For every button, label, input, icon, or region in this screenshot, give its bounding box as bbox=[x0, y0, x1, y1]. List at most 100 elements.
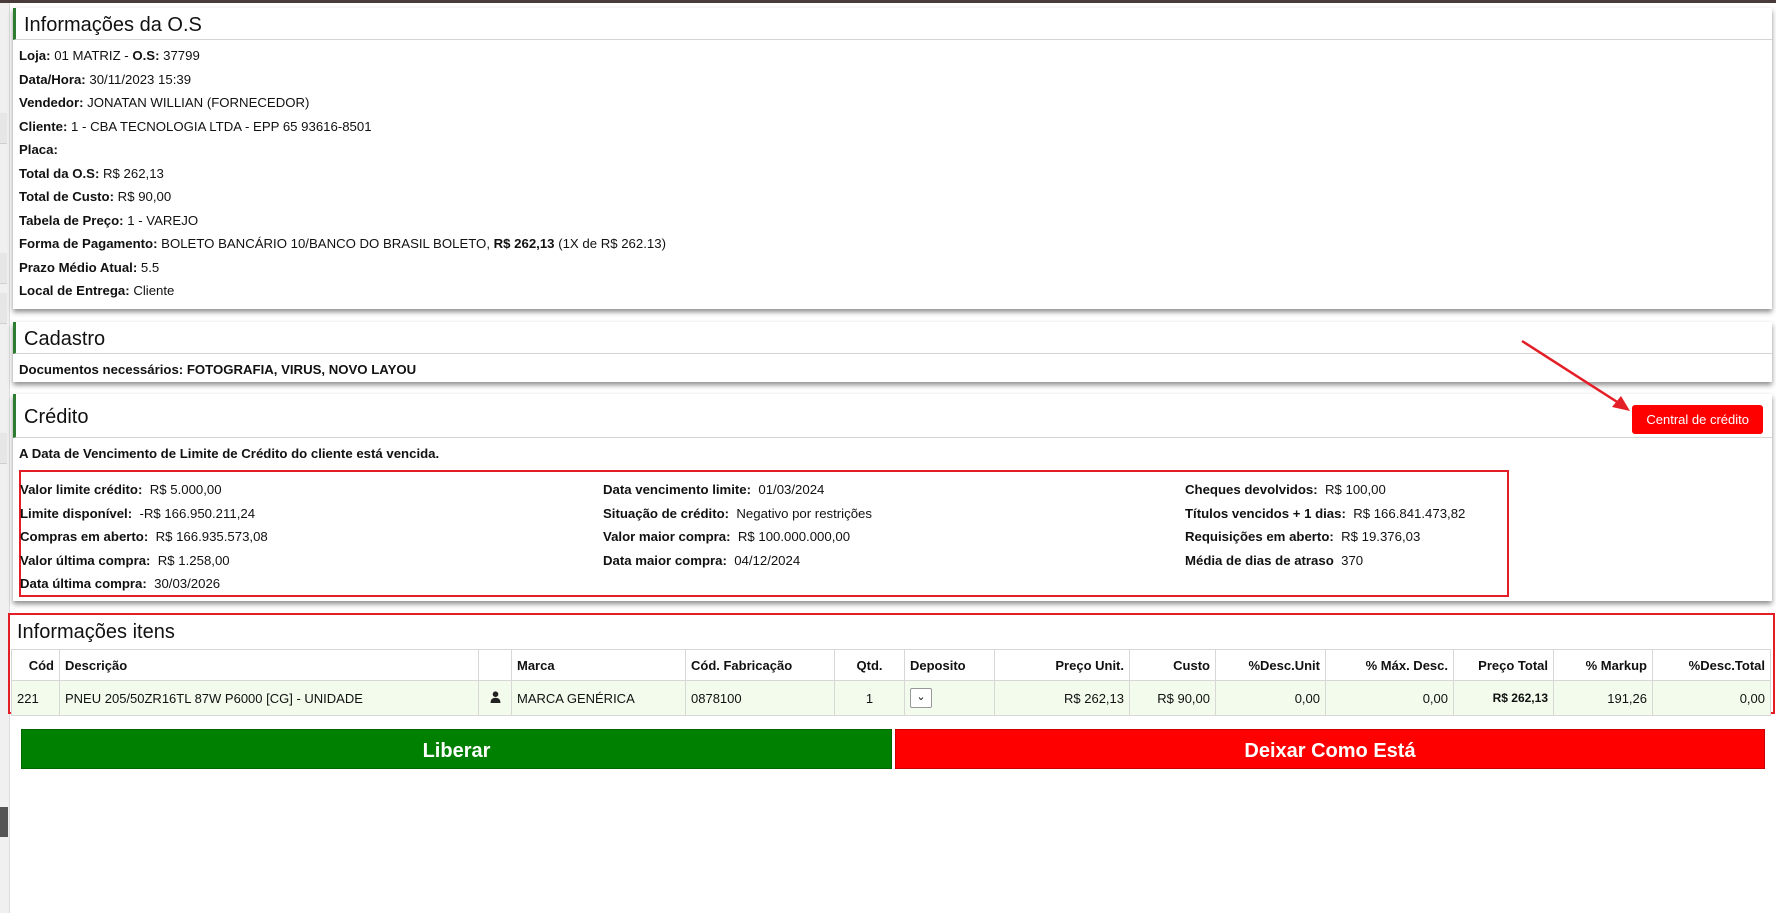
field-value: Negativo por restrições bbox=[736, 505, 872, 521]
credit-field: Cheques devolvidos: R$ 100,00 bbox=[1185, 478, 1465, 502]
deposit-select[interactable]: ⌄ bbox=[910, 688, 932, 708]
table-header-row: Cód Descrição Marca Cód. Fabricação Qtd.… bbox=[11, 649, 1771, 681]
item-quantity: 1 bbox=[834, 680, 905, 716]
field-value: 30/03/2026 bbox=[154, 576, 221, 591]
field-value: 1 - VAREJO bbox=[127, 212, 199, 228]
credit-field: Requisições em aberto: R$ 19.376,03 bbox=[1185, 525, 1465, 549]
field-value: 370 bbox=[1341, 552, 1364, 568]
field-value: R$ 1.258,00 bbox=[157, 552, 230, 568]
items-table: Cód Descrição Marca Cód. Fabricação Qtd.… bbox=[11, 649, 1771, 716]
col-header[interactable]: % Máx. Desc. bbox=[1325, 649, 1454, 681]
credit-field: Data vencimento limite: 01/03/2024 bbox=[603, 478, 872, 502]
col-header[interactable]: Cód bbox=[11, 649, 60, 681]
field-label: Requisições em aberto: bbox=[1185, 529, 1334, 544]
field-value: -R$ 166.950.211,24 bbox=[139, 505, 256, 521]
credito-title: Crédito bbox=[24, 406, 89, 428]
item-unit-price: R$ 262,13 bbox=[994, 680, 1130, 716]
field-label: Títulos vencidos + 1 dias: bbox=[1185, 505, 1346, 521]
col-header[interactable]: Cód. Fabricação bbox=[685, 649, 835, 681]
field-label: Média de dias de atraso bbox=[1185, 552, 1334, 568]
field-value: R$ 5.000,00 bbox=[149, 482, 222, 497]
sidebar-tab[interactable] bbox=[0, 113, 7, 144]
annotation-arrow-icon bbox=[1521, 339, 1630, 411]
col-header[interactable]: %Desc.Total bbox=[1652, 649, 1771, 681]
credit-field: Valor última compra: R$ 1.258,00 bbox=[20, 549, 268, 573]
field-label: Cliente: bbox=[19, 118, 68, 134]
credit-col-3: Cheques devolvidos: R$ 100,00 Títulos ve… bbox=[1185, 478, 1465, 572]
col-header bbox=[478, 649, 512, 681]
item-description: PNEU 205/50ZR16TL 87W P6000 [CG] - UNIDA… bbox=[59, 680, 479, 716]
sidebar-tab[interactable] bbox=[0, 253, 7, 284]
loja-value: 01 MATRIZ - bbox=[54, 48, 129, 63]
sidebar-tab[interactable] bbox=[0, 293, 7, 324]
field-value: 04/12/2024 bbox=[734, 552, 801, 568]
credit-field: Valor limite crédito: R$ 5.000,00 bbox=[20, 478, 268, 502]
field-label: Limite disponível: bbox=[20, 505, 133, 521]
field-label: Data vencimento limite: bbox=[603, 482, 752, 497]
central-de-credito-button[interactable]: Central de crédito bbox=[1632, 405, 1763, 434]
credito-panel: Crédito Central de crédito A Data de Ven… bbox=[13, 394, 1772, 601]
field-label: Data/Hora: bbox=[19, 71, 86, 87]
field-value: R$ 19.376,03 bbox=[1341, 529, 1421, 544]
os-field-row: Placa: bbox=[19, 138, 1766, 162]
credit-field: Limite disponível: -R$ 166.950.211,24 bbox=[20, 502, 268, 526]
item-max-discount: 0,00 bbox=[1325, 680, 1454, 716]
os-info-panel: Informações da O.S Loja: 01 MATRIZ - O.S… bbox=[13, 8, 1772, 309]
field-label: Valor maior compra: bbox=[603, 529, 731, 544]
os-field-row: Local de Entrega: Cliente bbox=[19, 279, 1766, 303]
deixar-como-esta-button[interactable]: Deixar Como Está bbox=[895, 729, 1765, 769]
os-field-row: Total de Custo: R$ 90,00 bbox=[19, 185, 1766, 209]
person-icon[interactable] bbox=[478, 680, 512, 716]
field-value: R$ 262,13 bbox=[103, 165, 164, 181]
credit-field: Data maior compra: 04/12/2024 bbox=[603, 549, 872, 573]
col-header[interactable]: Descrição bbox=[59, 649, 479, 681]
field-label: Compras em aberto: bbox=[20, 529, 149, 544]
credit-col-2: Data vencimento limite: 01/03/2024 Situa… bbox=[603, 478, 872, 572]
chevron-down-icon: ⌄ bbox=[916, 691, 926, 703]
table-row[interactable]: 221 PNEU 205/50ZR16TL 87W P6000 [CG] - U… bbox=[11, 680, 1771, 716]
col-header[interactable]: Custo bbox=[1129, 649, 1216, 681]
field-value: R$ 166.935.573,08 bbox=[155, 529, 268, 544]
os-field-row: Data/Hora: 30/11/2023 15:39 bbox=[19, 68, 1766, 92]
payment-value: BOLETO BANCÁRIO 10/BANCO DO BRASIL BOLET… bbox=[161, 236, 490, 251]
credit-field: Compras em aberto: R$ 166.935.573,08 bbox=[20, 525, 268, 549]
col-header[interactable]: %Desc.Unit bbox=[1215, 649, 1326, 681]
liberar-button[interactable]: Liberar bbox=[21, 729, 892, 769]
field-value: R$ 90,00 bbox=[117, 189, 172, 204]
item-deposit-cell: ⌄ bbox=[904, 680, 995, 716]
item-total-discount: 0,00 bbox=[1652, 680, 1771, 716]
os-payment-row: Forma de Pagamento: BOLETO BANCÁRIO 10/B… bbox=[19, 232, 1766, 256]
col-header[interactable]: Preço Unit. bbox=[994, 649, 1130, 681]
item-unit-discount: 0,00 bbox=[1215, 680, 1326, 716]
field-label: Placa: bbox=[19, 142, 58, 157]
item-cost: R$ 90,00 bbox=[1129, 680, 1216, 716]
field-value: 30/11/2023 15:39 bbox=[89, 71, 192, 87]
field-value: Cliente bbox=[133, 283, 175, 298]
os-field-row: Tabela de Preço: 1 - VAREJO bbox=[19, 209, 1766, 233]
payment-installments: (1X de R$ 262.13) bbox=[558, 236, 666, 251]
payment-total: R$ 262,13 bbox=[493, 236, 555, 251]
credit-field: Data última compra: 30/03/2026 bbox=[20, 572, 268, 596]
field-value: 1 - CBA TECNOLOGIA LTDA - EPP 65 93616-8… bbox=[71, 118, 372, 134]
sidebar-tab[interactable] bbox=[0, 433, 7, 464]
field-value: R$ 166.841.473,82 bbox=[1353, 505, 1466, 521]
col-header[interactable]: % Markup bbox=[1553, 649, 1653, 681]
col-header[interactable]: Preço Total bbox=[1453, 649, 1554, 681]
field-value: 01/03/2024 bbox=[758, 482, 825, 497]
credit-expired-warning: A Data de Vencimento de Limite de Crédit… bbox=[19, 446, 440, 461]
credit-details-box: Valor limite crédito: R$ 5.000,00 Limite… bbox=[19, 470, 1509, 597]
item-markup: 191,26 bbox=[1553, 680, 1653, 716]
col-header[interactable]: Deposito bbox=[904, 649, 995, 681]
field-label: Valor limite crédito: bbox=[20, 482, 143, 497]
col-header[interactable]: Marca bbox=[511, 649, 686, 681]
field-label: Data última compra: bbox=[20, 576, 147, 591]
os-number-label: O.S: bbox=[132, 48, 160, 63]
col-header[interactable]: Qtd. bbox=[834, 649, 905, 681]
field-value: R$ 100.000.000,00 bbox=[737, 529, 851, 544]
sidebar-scroll-handle[interactable] bbox=[0, 807, 8, 837]
payment-label: Forma de Pagamento: bbox=[19, 236, 158, 251]
field-label: Cheques devolvidos: bbox=[1185, 482, 1318, 497]
window-top-bar bbox=[0, 0, 1776, 3]
field-value: R$ 100,00 bbox=[1324, 482, 1386, 497]
field-label: Valor última compra: bbox=[20, 552, 151, 568]
